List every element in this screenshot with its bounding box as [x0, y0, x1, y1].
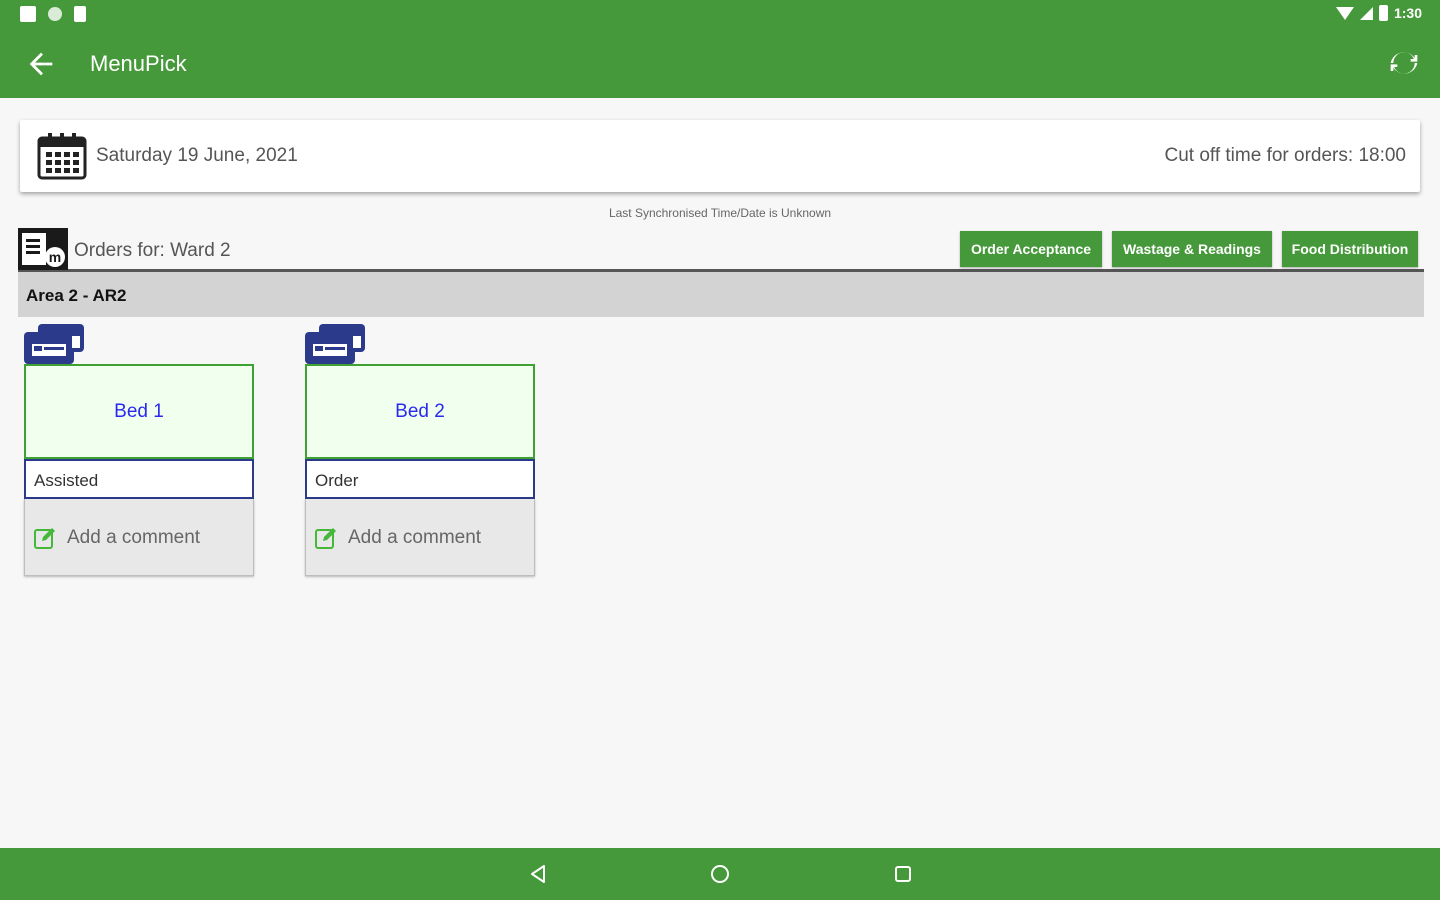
nav-home-icon[interactable] [708, 862, 732, 886]
status-bar: 1:30 [0, 0, 1440, 30]
battery-icon [1378, 5, 1388, 21]
date-card: Saturday 19 June, 2021 Cut off time for … [20, 120, 1420, 192]
bed-card: Bed 1 Assisted Add a comment [24, 322, 254, 578]
add-comment-label: Add a comment [67, 527, 201, 548]
order-acceptance-button[interactable]: Order Acceptance [960, 231, 1102, 267]
refresh-icon[interactable] [1388, 47, 1420, 79]
svg-text:m: m [49, 249, 61, 265]
bed-status: Assisted [24, 459, 254, 499]
calendar-icon [37, 133, 87, 180]
bed-card: Bed 2 Order Add a comment [305, 322, 535, 578]
bed-status: Order [305, 459, 535, 499]
sync-notification-icon [48, 7, 62, 21]
edit-icon [315, 528, 336, 549]
cell-signal-icon [1359, 6, 1373, 20]
edit-icon [34, 528, 55, 549]
current-date: Saturday 19 June, 2021 [96, 145, 298, 166]
add-comment-button[interactable]: Add a comment [24, 499, 254, 576]
status-time: 1:30 [1393, 5, 1422, 21]
navigation-bar [0, 848, 1440, 900]
notification-icons [20, 6, 86, 22]
area-header: Area 2 - AR2 [18, 272, 1424, 317]
menu-order-icon: m [18, 228, 68, 270]
back-arrow-icon[interactable] [24, 47, 58, 81]
message-notification-icon [20, 6, 36, 22]
sd-card-notification-icon [74, 6, 86, 22]
app-bar: MenuPick [0, 30, 1440, 98]
wastage-readings-button[interactable]: Wastage & Readings [1112, 231, 1272, 267]
orders-toolbar: m Orders for: Ward 2 Order Acceptance Wa… [18, 228, 1424, 272]
order-cutoff-time: Cut off time for orders: 18:00 [1164, 145, 1407, 166]
orders-ward-label: Orders for: Ward 2 [74, 240, 231, 261]
bed-icon [305, 324, 365, 364]
food-distribution-button[interactable]: Food Distribution [1282, 231, 1418, 267]
app-title: MenuPick [90, 51, 187, 76]
app-root: 1:30 MenuPick Saturday 19 June, 2021 Cut… [0, 0, 1440, 900]
bed-icon [24, 324, 84, 364]
bed-name-button[interactable]: Bed 1 [24, 364, 254, 459]
nav-back-icon[interactable] [527, 862, 551, 886]
nav-recents-icon[interactable] [891, 862, 915, 886]
add-comment-button[interactable]: Add a comment [305, 499, 535, 576]
bed-name-button[interactable]: Bed 2 [305, 364, 535, 459]
add-comment-label: Add a comment [348, 527, 482, 548]
sync-status: Last Synchronised Time/Date is Unknown [608, 206, 832, 220]
wifi-icon [1335, 6, 1354, 20]
system-indicators: 1:30 [1335, 5, 1422, 21]
